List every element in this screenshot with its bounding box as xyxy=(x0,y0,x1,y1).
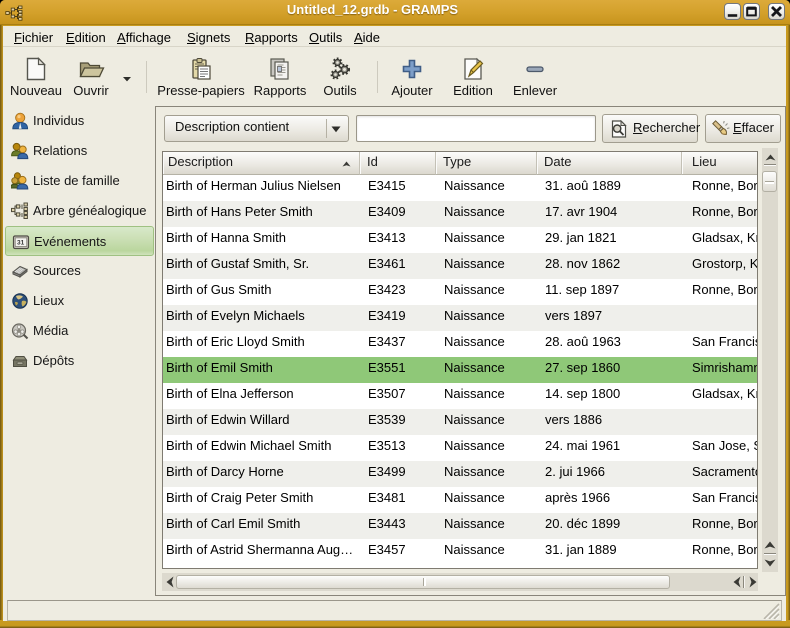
svg-text:31: 31 xyxy=(17,240,25,247)
